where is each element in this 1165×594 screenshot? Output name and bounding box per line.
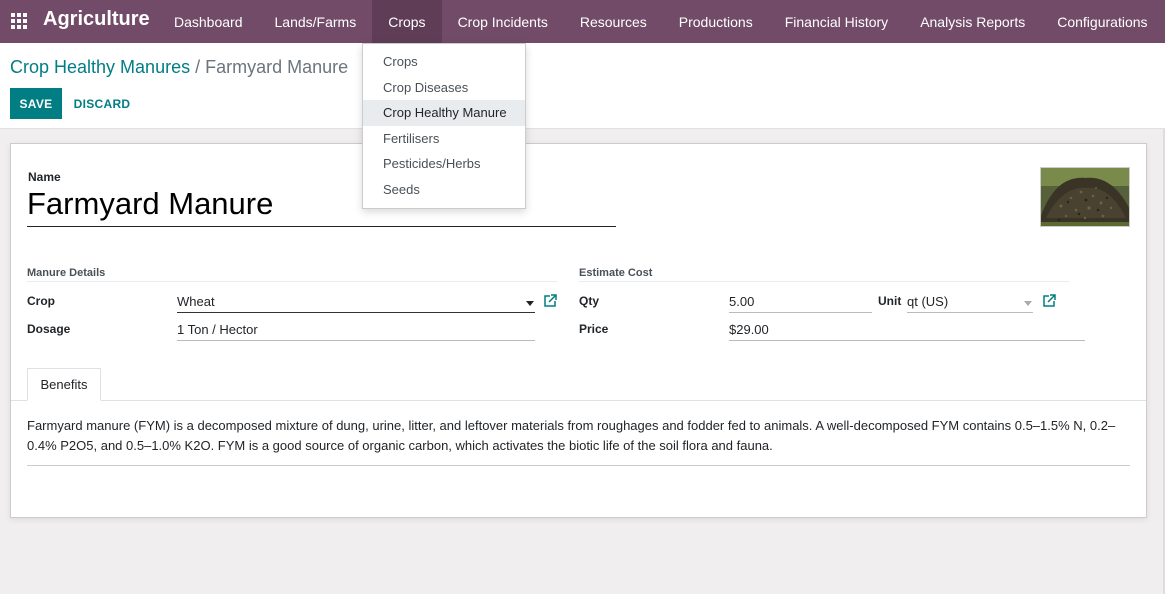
- dosage-input[interactable]: 1 Ton / Hector: [177, 322, 535, 341]
- menu-item-crop-incidents[interactable]: Crop Incidents: [442, 0, 564, 43]
- unit-select-value: qt (US): [907, 294, 949, 309]
- dropdown-item-crop-healthy-manure[interactable]: Crop Healthy Manure: [363, 100, 525, 126]
- apps-grid-icon[interactable]: [11, 13, 27, 29]
- estimate-cost-divider: [579, 281, 1069, 282]
- main-menu: Dashboard Lands/Farms Crops Crop Inciden…: [158, 0, 1164, 43]
- manure-photo-graphic: [1041, 168, 1129, 226]
- menu-item-analysis-reports[interactable]: Analysis Reports: [904, 0, 1041, 43]
- crop-external-link-icon[interactable]: [543, 294, 557, 308]
- control-panel: Crop Healthy Manures / Farmyard Manure S…: [0, 43, 1165, 129]
- menu-item-crops[interactable]: Crops: [372, 0, 442, 43]
- crop-label: Crop: [27, 294, 55, 308]
- breadcrumb-separator: /: [195, 57, 201, 77]
- qty-input[interactable]: 5.00: [729, 294, 872, 313]
- manure-details-divider: [27, 281, 557, 282]
- menu-item-productions[interactable]: Productions: [663, 0, 769, 43]
- qty-label: Qty: [579, 294, 600, 308]
- unit-select[interactable]: qt (US): [907, 294, 1033, 313]
- discard-button[interactable]: DISCARD: [66, 88, 138, 119]
- price-input[interactable]: $29.00: [729, 322, 1085, 341]
- manure-details-title: Manure Details: [27, 267, 106, 279]
- breadcrumb: Crop Healthy Manures / Farmyard Manure: [10, 57, 348, 78]
- menu-item-financial-history[interactable]: Financial History: [769, 0, 904, 43]
- estimate-cost-title: Estimate Cost: [579, 267, 653, 279]
- dropdown-item-seeds[interactable]: Seeds: [363, 177, 525, 203]
- form-sheet: Name Farmyard Manure Manure Details Crop…: [10, 143, 1147, 518]
- crop-select[interactable]: Wheat: [177, 294, 535, 313]
- benefits-text[interactable]: Farmyard manure (FYM) is a decomposed mi…: [27, 416, 1117, 456]
- crop-chevron-down-icon[interactable]: [526, 301, 534, 306]
- name-label: Name: [28, 170, 61, 184]
- menu-item-lands-farms[interactable]: Lands/Farms: [259, 0, 373, 43]
- save-button[interactable]: SAVE: [10, 88, 62, 119]
- notebook-tab-divider: [11, 400, 1146, 401]
- dropdown-item-fertilisers[interactable]: Fertilisers: [363, 126, 525, 152]
- benefits-underline: [27, 465, 1130, 466]
- top-navbar: Agriculture Dashboard Lands/Farms Crops …: [0, 0, 1165, 43]
- menu-item-resources[interactable]: Resources: [564, 0, 663, 43]
- tab-benefits[interactable]: Benefits: [27, 368, 101, 401]
- dropdown-item-pesticides-herbs[interactable]: Pesticides/Herbs: [363, 151, 525, 177]
- dosage-label: Dosage: [27, 322, 71, 336]
- manure-photo[interactable]: [1040, 167, 1130, 227]
- name-input[interactable]: Farmyard Manure: [27, 186, 616, 227]
- crops-dropdown-menu: Crops Crop Diseases Crop Healthy Manure …: [362, 43, 526, 209]
- crop-select-value: Wheat: [177, 294, 215, 309]
- breadcrumb-parent-link[interactable]: Crop Healthy Manures: [10, 57, 190, 77]
- price-label: Price: [579, 322, 609, 336]
- unit-label: Unit: [878, 294, 902, 308]
- dropdown-item-crop-diseases[interactable]: Crop Diseases: [363, 75, 525, 101]
- dropdown-item-crops[interactable]: Crops: [363, 49, 525, 75]
- menu-item-configurations[interactable]: Configurations: [1041, 0, 1163, 43]
- app-brand[interactable]: Agriculture: [43, 8, 150, 31]
- unit-chevron-down-icon[interactable]: [1024, 301, 1032, 306]
- menu-item-dashboard[interactable]: Dashboard: [158, 0, 259, 43]
- unit-external-link-icon[interactable]: [1042, 294, 1056, 308]
- breadcrumb-current: Farmyard Manure: [205, 57, 349, 77]
